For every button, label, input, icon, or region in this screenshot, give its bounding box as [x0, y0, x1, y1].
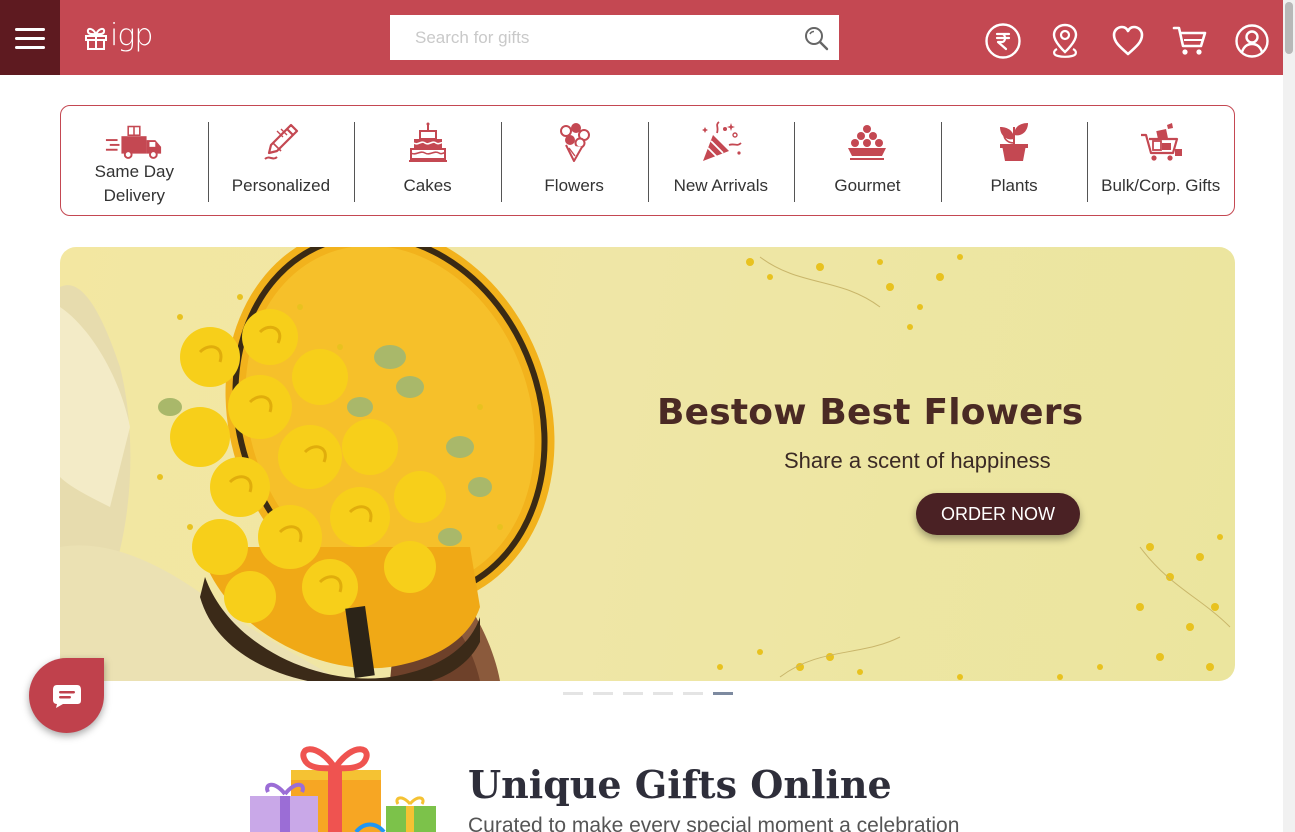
search-icon[interactable]: [803, 25, 829, 51]
section-subtitle: Curated to make every special moment a c…: [468, 814, 960, 832]
category-label: Cakes: [403, 176, 452, 195]
category-bulk-corp-gifts[interactable]: Bulk/Corp. Gifts: [1087, 106, 1234, 215]
category-same-day-delivery[interactable]: Same Day Delivery: [61, 106, 208, 215]
carousel-dots: [563, 692, 733, 695]
wishlist-button[interactable]: [1108, 21, 1148, 61]
carousel-dot[interactable]: [623, 692, 643, 695]
carousel-dot[interactable]: [593, 692, 613, 695]
party-popper-icon: [701, 121, 742, 161]
category-label: Gourmet: [834, 176, 901, 195]
category-cakes[interactable]: Cakes: [354, 106, 501, 215]
category-label: Personalized: [231, 176, 331, 195]
logo-text: igp: [110, 18, 153, 53]
delivery-truck-icon: [106, 125, 162, 159]
rupee-icon: [985, 23, 1021, 59]
chat-icon: [52, 684, 81, 708]
search-input[interactable]: [390, 15, 780, 60]
bouquet-icon: [560, 123, 591, 162]
page-scrollbar[interactable]: [1283, 0, 1295, 832]
section-title: Unique Gifts Online: [468, 762, 892, 807]
scrollbar-thumb[interactable]: [1285, 2, 1293, 54]
carousel-dot[interactable]: [563, 692, 583, 695]
carousel-dot[interactable]: [653, 692, 673, 695]
account-button[interactable]: [1232, 21, 1272, 61]
gifts-illustration: [250, 746, 436, 832]
page: igp Search for gifts Same Day Delivery P…: [0, 0, 1295, 832]
menu-button[interactable]: [0, 0, 60, 75]
igp-logo[interactable]: igp: [84, 18, 164, 58]
category-personalized[interactable]: Personalized: [207, 106, 355, 215]
sweets-icon: [848, 125, 887, 160]
plant-icon: [1000, 123, 1029, 161]
category-label: New Arrivals: [673, 176, 769, 195]
carousel-dot-active[interactable]: [713, 692, 733, 695]
category-flowers[interactable]: Flowers: [500, 106, 648, 215]
category-label: Same Day Delivery: [94, 162, 174, 205]
top-header: igp: [0, 0, 1283, 75]
gift-logo-icon: [85, 27, 107, 50]
banner-subtitle: Share a scent of happiness: [784, 448, 1051, 473]
menu-icon: [15, 27, 45, 49]
currency-button[interactable]: [983, 21, 1023, 61]
location-button[interactable]: [1045, 21, 1085, 61]
category-new-arrivals[interactable]: New Arrivals: [647, 106, 795, 215]
user-icon: [1235, 24, 1269, 58]
cart-icon: [1172, 26, 1207, 55]
heart-icon: [1112, 25, 1144, 56]
category-plants[interactable]: Plants: [940, 106, 1088, 215]
cart-button[interactable]: [1170, 21, 1210, 61]
banner-title: Bestow Best Flowers: [657, 392, 1084, 433]
flower-box-image: [60, 247, 1231, 681]
gift-cart-icon: [1140, 123, 1182, 161]
chat-button[interactable]: [29, 658, 104, 733]
category-label: Plants: [990, 176, 1038, 195]
search-box: [390, 15, 839, 60]
location-icon: [1052, 23, 1078, 58]
pencil-icon: [264, 123, 299, 160]
order-now-button[interactable]: ORDER NOW: [916, 493, 1080, 535]
category-strip: Same Day Delivery Personalized Cakes Flo…: [60, 105, 1235, 216]
category-label: Bulk/Corp. Gifts: [1101, 176, 1221, 195]
cake-icon: [408, 122, 447, 162]
hero-banner[interactable]: Bestow Best Flowers Share a scent of hap…: [60, 247, 1235, 681]
category-label: Flowers: [544, 176, 604, 195]
carousel-dot[interactable]: [683, 692, 703, 695]
category-gourmet[interactable]: Gourmet: [794, 106, 941, 215]
